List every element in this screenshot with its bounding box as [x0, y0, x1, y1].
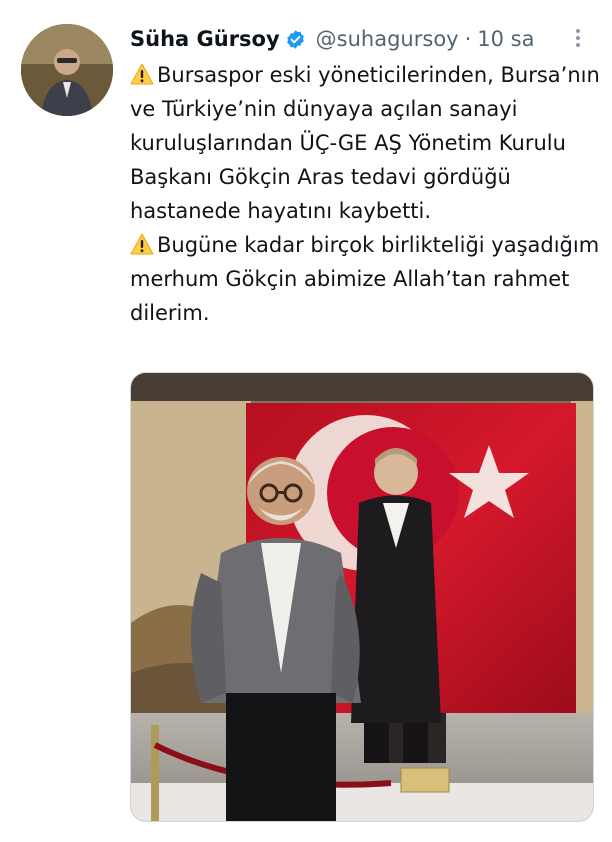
profile-avatar[interactable] [21, 24, 113, 116]
user-handle[interactable]: @suhagursoy [316, 27, 459, 51]
verified-badge-icon [285, 29, 306, 50]
warning-sign-icon [130, 231, 154, 255]
tweet-timestamp[interactable]: 10 sa [477, 27, 534, 51]
tweet: Süha Gürsoy @suhagursoy · 10 sa Bursaspo… [0, 0, 612, 842]
display-name[interactable]: Süha Gürsoy [130, 27, 280, 51]
tweet-paragraph-text: Bursaspor eski yöneticilerinden, Bursa’n… [130, 63, 600, 223]
separator-dot: · [464, 27, 472, 51]
tweet-header: Süha Gürsoy @suhagursoy · 10 sa [130, 24, 535, 54]
warning-sign-icon [130, 61, 154, 85]
more-options-icon[interactable] [571, 26, 585, 52]
tweet-paragraph: Bursaspor eski yöneticilerinden, Bursa’n… [130, 58, 600, 228]
tweet-text: Bursaspor eski yöneticilerinden, Bursa’n… [130, 58, 600, 330]
tweet-media-photo[interactable] [130, 372, 594, 822]
tweet-paragraph-text: Bugüne kadar birçok birlikteliği yaşadığ… [130, 233, 600, 325]
tweet-paragraph: Bugüne kadar birçok birlikteliği yaşadığ… [130, 228, 600, 330]
